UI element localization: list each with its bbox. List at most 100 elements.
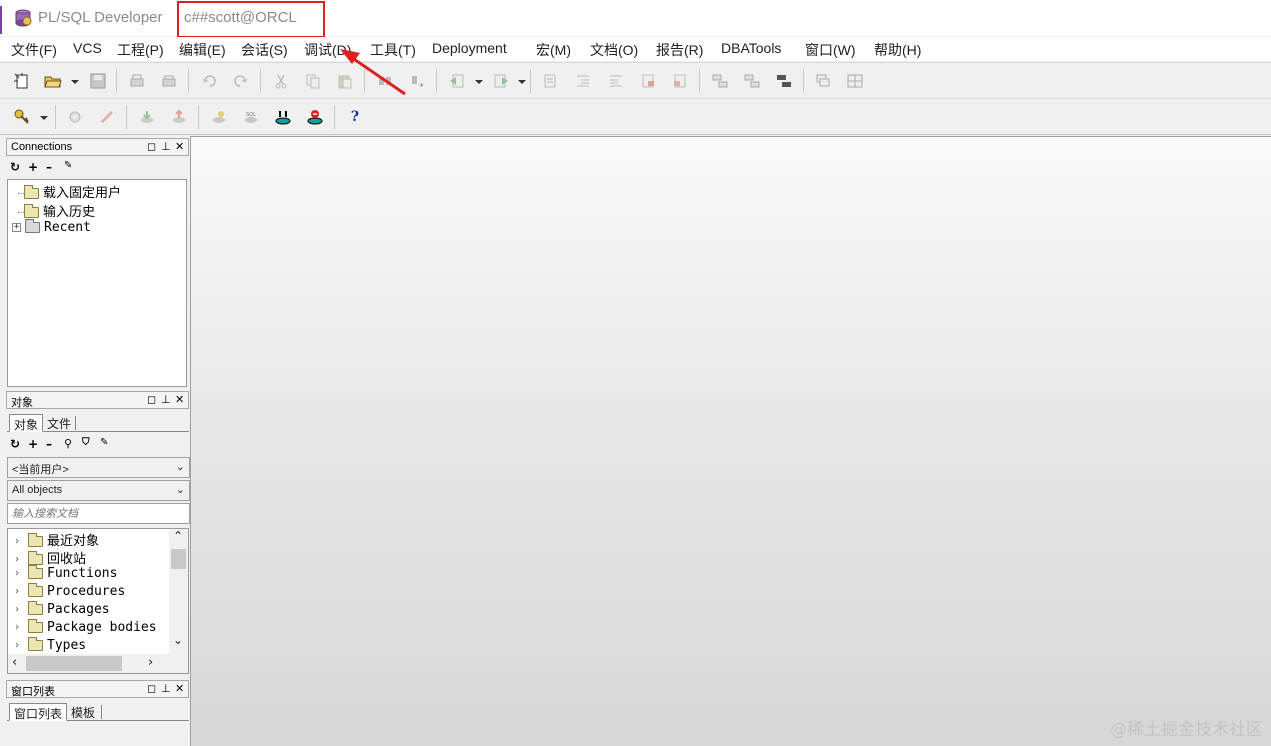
tree-item-package-bodies[interactable]: › Package bodies (14, 619, 157, 638)
indent-icon[interactable] (573, 71, 593, 91)
vertical-scrollbar[interactable]: ⌃ ⌄ (169, 529, 188, 655)
tab-templates[interactable]: 模板 (67, 703, 99, 721)
object-search-field[interactable] (7, 503, 190, 524)
menu-debug[interactable]: 调试(D) (304, 40, 351, 60)
print-icon[interactable] (127, 71, 147, 91)
query-builder-icon[interactable] (710, 71, 730, 91)
menu-edit[interactable]: 编辑(E) (179, 40, 226, 60)
forward-icon[interactable] (491, 71, 511, 91)
menu-reports[interactable]: 报告(R) (656, 40, 703, 60)
scroll-up-icon[interactable]: ⌃ (173, 529, 183, 543)
commit-icon[interactable] (137, 107, 157, 127)
properties-icon[interactable]: ✎ (100, 437, 108, 448)
pin-icon[interactable]: ⊥ (161, 393, 171, 406)
tree-item-procedures[interactable]: › Procedures (14, 583, 125, 602)
tree-item-fixed-users[interactable]: 载入固定用户 (18, 182, 121, 201)
comment-icon[interactable] (638, 71, 658, 91)
menu-vcs[interactable]: VCS (73, 40, 102, 56)
print-preview-icon[interactable] (159, 71, 179, 91)
document-icon-1[interactable] (540, 71, 560, 91)
filter-icon[interactable]: ⛉ (82, 437, 90, 448)
menu-deployment[interactable]: Deployment (432, 40, 507, 56)
cut-icon[interactable] (271, 71, 291, 91)
add-icon[interactable]: + (28, 437, 38, 451)
sql-icon[interactable]: SQL (241, 107, 261, 127)
execute-icon[interactable] (65, 107, 85, 127)
horizontal-scrollbar[interactable]: ‹ › (8, 654, 188, 673)
back-dropdown-icon[interactable] (475, 80, 483, 84)
object-filter-select[interactable]: All objects ⌄ (7, 480, 190, 501)
remove-icon[interactable]: – (46, 437, 52, 451)
scroll-down-icon[interactable]: ⌄ (173, 633, 183, 647)
break-icon[interactable] (97, 107, 117, 127)
object-search-input[interactable] (8, 504, 189, 523)
replace-icon[interactable] (407, 71, 427, 91)
paste-icon[interactable] (335, 71, 355, 91)
menu-document[interactable]: 文档(O) (590, 40, 638, 60)
menu-session[interactable]: 会话(S) (241, 40, 288, 60)
tree-item-packages[interactable]: › Packages (14, 601, 110, 620)
scroll-left-icon[interactable]: ‹ (12, 655, 17, 670)
float-icon[interactable]: ◻ (147, 393, 156, 406)
scroll-thumb[interactable] (171, 549, 186, 569)
new-icon[interactable] (12, 71, 32, 91)
refresh-icon[interactable]: ↻ (10, 437, 20, 451)
tab-objects[interactable]: 对象 (9, 414, 44, 432)
copy-icon[interactable] (303, 71, 323, 91)
menu-help[interactable]: 帮助(H) (874, 40, 921, 60)
properties-icon[interactable]: ✎ (64, 160, 72, 171)
explain-plan-icon[interactable] (209, 107, 229, 127)
menu-window[interactable]: 窗口(W) (805, 40, 856, 60)
float-icon[interactable]: ◻ (147, 140, 156, 153)
find-icon[interactable] (375, 71, 395, 91)
tree-item-input-history[interactable]: 输入历史 (18, 201, 95, 220)
remove-icon[interactable]: – (46, 160, 52, 174)
menu-tools[interactable]: 工具(T) (370, 40, 416, 60)
close-icon[interactable]: ✕ (175, 393, 184, 406)
find-objects-icon[interactable]: ⚲ (64, 437, 72, 450)
redo-icon[interactable] (231, 71, 251, 91)
pin-icon[interactable]: ⊥ (161, 140, 171, 153)
tree-item-functions[interactable]: › Functions (14, 565, 117, 584)
menu-dbatools[interactable]: DBATools (721, 40, 781, 56)
undo-icon[interactable] (199, 71, 219, 91)
objects-tree: › 最近对象 › 回收站 › Functions › Procedures › Packa… (7, 528, 189, 674)
save-icon[interactable] (88, 71, 108, 91)
key-icon[interactable] (12, 107, 32, 127)
unindent-icon[interactable] (606, 71, 626, 91)
key-dropdown-icon[interactable] (40, 116, 48, 120)
add-icon[interactable]: + (28, 160, 38, 174)
uncomment-icon[interactable] (670, 71, 690, 91)
menu-project[interactable]: 工程(P) (117, 40, 164, 60)
tile-windows-icon[interactable] (845, 71, 865, 91)
disconnect-icon[interactable] (305, 107, 325, 127)
open-dropdown-icon[interactable] (71, 80, 79, 84)
refresh-icon[interactable]: ↻ (10, 160, 20, 174)
app-logo-icon (15, 9, 32, 27)
tree-item-recycle-bin[interactable]: › 回收站 (14, 548, 86, 567)
user-select[interactable]: <当前用户> ⌄ (7, 457, 190, 478)
tab-window-list[interactable]: 窗口列表 (9, 703, 68, 721)
report-icon[interactable] (774, 71, 794, 91)
window-edge (0, 6, 2, 34)
back-icon[interactable] (447, 71, 467, 91)
menu-bar: 文件(F) VCS 工程(P) 编辑(E) 会话(S) 调试(D) 工具(T) … (0, 37, 1271, 61)
help-icon[interactable]: ? (345, 107, 365, 127)
menu-macro[interactable]: 宏(M) (536, 40, 571, 60)
rollback-icon[interactable] (169, 107, 189, 127)
pin-icon[interactable]: ⊥ (161, 682, 171, 695)
close-icon[interactable]: ✕ (175, 140, 184, 153)
tree-item-recent-objects[interactable]: › 最近对象 (14, 530, 99, 549)
scroll-thumb-horizontal[interactable] (26, 656, 122, 671)
tab-files[interactable]: 文件 (43, 414, 75, 432)
compare-icon[interactable] (742, 71, 762, 91)
menu-file[interactable]: 文件(F) (11, 40, 57, 60)
open-icon[interactable] (43, 71, 63, 91)
close-icon[interactable]: ✕ (175, 682, 184, 695)
float-icon[interactable]: ◻ (147, 682, 156, 695)
tree-item-recent[interactable]: + Recent (12, 219, 91, 238)
scroll-right-icon[interactable]: › (148, 655, 153, 670)
cascade-windows-icon[interactable] (813, 71, 833, 91)
forward-dropdown-icon[interactable] (518, 80, 526, 84)
connect-icon[interactable] (273, 107, 293, 127)
